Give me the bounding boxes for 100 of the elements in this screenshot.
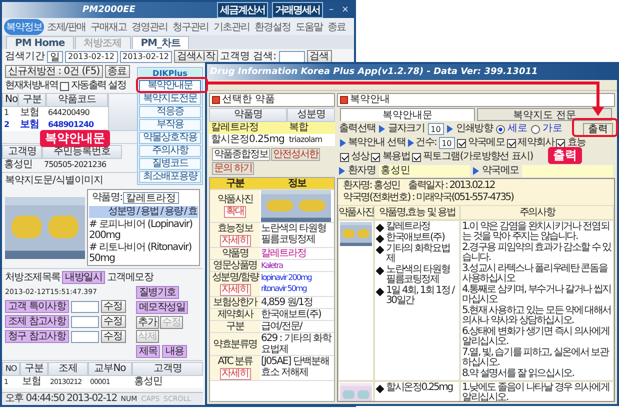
pharmacy-info: 약국명(전화번호) : 미래약국(051-557-4735) [343,193,514,203]
bullet-icon [376,266,384,276]
radio-button[interactable] [530,124,540,134]
note-label-button[interactable]: 고객 특이사항 [5,300,69,313]
field-label: 고객명 검색: [220,50,277,62]
detail-button[interactable]: 확대 [224,206,246,218]
visit-time-button[interactable]: 내방일시 [62,271,106,284]
column-header: 고객명 [2,145,42,159]
menu-item[interactable]: 복약지도전문 [139,93,201,105]
new-prescription-button[interactable]: 신규처방전 : 0건 (F5) [5,65,103,78]
checkbox[interactable] [340,152,349,162]
note-field[interactable] [70,300,99,312]
section-label: 고객메모장 [107,272,154,284]
menu-button[interactable]: 종료 [325,18,348,34]
print-button[interactable]: 출력 [583,122,613,136]
checkbox[interactable] [556,138,566,148]
info-value: 4,859 원/1정 [261,297,313,308]
row-label: 보험상한가 [212,297,257,308]
drug-detail: 할시온정0.25mg [386,383,452,393]
menu-button[interactable]: 기초관리 [211,18,252,34]
document-button[interactable]: 거래명세서 [272,2,323,18]
checkbox[interactable] [371,152,380,162]
menu-item[interactable]: 부작용 [139,119,201,131]
bullet-icon [376,288,384,296]
date-field[interactable]: 2013-02-12 [65,50,118,62]
caution-text: 1.이 약은 감염을 완치시키거나 전염되는 것을 막아 주지는 않습니다. [462,222,610,242]
memo-date-button[interactable]: 메모작성일 [136,301,188,314]
table-cell-text: 1 [3,107,10,119]
memo-action-button[interactable]: 추가 [136,316,159,329]
highlight-frame [136,77,208,93]
drug-detail: 한국애보트(주) [386,233,444,243]
edit-button[interactable]: 수정 [100,315,126,328]
menu-button[interactable]: 복약정보 [4,18,44,34]
option-label: 글자크기 [388,123,425,135]
menu-button[interactable]: 경영관리 [129,18,170,34]
status-text: 오후 04:44:50 2013-02-12 [5,393,117,405]
table-cell-text: 750505-2021236 [43,159,108,171]
detail-button[interactable]: 자세히 [220,284,250,296]
edit-button[interactable]: 수정 [100,300,126,313]
search-button[interactable]: 검색 [306,50,332,63]
info-header: 성분명 / 용법 / 용량 / 효 [89,206,198,218]
bullet-icon [376,246,384,254]
tab[interactable]: 약품종합정보 [212,148,270,161]
date-field[interactable]: 2013-02-12 [120,50,172,62]
detail-button[interactable]: 자세히 [220,368,250,380]
memo-field[interactable] [522,165,614,177]
note-field[interactable] [70,316,99,328]
count-field[interactable]: 10 [438,137,455,149]
table-cell-text: 보험 [19,119,40,131]
radio-button[interactable] [496,124,505,134]
drug-detail: 노란색의 타원형 필름코팅정제 [386,265,451,285]
search-start-button[interactable]: 검색시작 [174,50,218,63]
menu-item[interactable]: 주의사항 [139,145,201,157]
caution-text: 2.경구용 피임약의 효과가 감소할 수 있습니다. [462,243,612,263]
edit-button[interactable]: 수정 [100,330,126,343]
tab[interactable]: 복약지도 전문 [477,108,612,121]
menu-button[interactable]: 환경설정 [252,18,292,34]
tab[interactable]: 문의 하기 [212,162,254,175]
row-label: 약품사진 [217,194,253,205]
note-label-button[interactable]: 조제 참고사항 [5,315,69,328]
memo-content-button[interactable]: 내용 [162,345,187,358]
menu-item[interactable]: 최소배포용량 [139,171,201,183]
arrow-icon [378,125,385,133]
checkbox[interactable] [412,152,422,162]
checkbox[interactable] [506,138,516,148]
drug-name-field[interactable]: 칼레트라정 [123,192,180,204]
tab[interactable]: PM_차트 [132,36,190,49]
font-size-select[interactable]: 10 [428,123,444,135]
row-label: 약효분류명 [212,338,257,350]
checkbox[interactable] [456,138,466,148]
menu-button[interactable]: 구매재고 [88,18,128,34]
document-button[interactable]: 세금계산서 [216,2,268,18]
info-value: lopinavir 200mg ritonavir 50mg [261,272,313,294]
menu-item[interactable]: 질병코드 [139,158,201,170]
column-header: 구분 [18,93,46,107]
patient-field[interactable]: 홍성민 [378,165,470,177]
note-field[interactable] [70,330,99,342]
window-control[interactable]: × [339,5,351,15]
menu-item[interactable]: 약물상호작용 [139,132,201,144]
tab[interactable]: 복약안내문 [340,108,475,121]
note-label-button[interactable]: 청구 참고사항 [5,330,69,343]
menu-item[interactable]: 적응증 [139,106,201,118]
close-button[interactable]: 종료 [104,65,130,78]
radio-label: 가로 [542,123,563,135]
unit-select[interactable]: 일 [47,50,63,62]
disease-code-button[interactable]: 질병기호 [136,286,179,299]
tab[interactable]: PM Home [6,36,74,49]
info-line: # 리토나비어 (Ritonavir) 50mg [89,242,192,264]
checkbox-label: 제약회사 [518,137,554,149]
window-control[interactable]: – [326,5,336,15]
memo-title-button[interactable]: 제목 [136,345,160,358]
detail-button[interactable]: 자세히 [220,235,250,247]
menu-button[interactable]: 청구관리 [170,18,210,34]
customer-search-field[interactable] [278,50,305,62]
checkbox[interactable] [60,82,69,90]
menu-button[interactable]: 조제/판매 [45,18,88,34]
column-header: 조제 [48,362,88,376]
tab[interactable]: 안전성서한 [271,148,320,161]
menu-item[interactable]: 복약안내문 [139,80,201,92]
menu-button[interactable]: 도움말 [293,18,324,34]
